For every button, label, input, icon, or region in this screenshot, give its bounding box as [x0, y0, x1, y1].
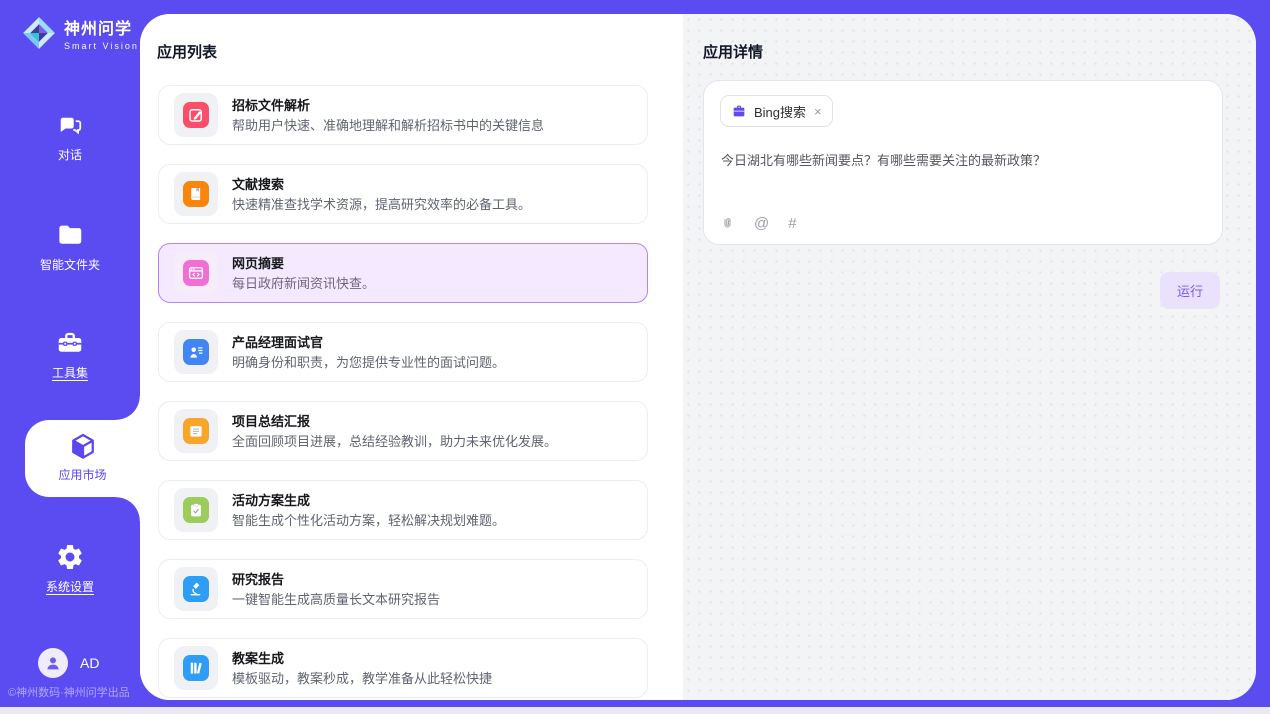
sidebar-item-settings[interactable]: 系统设置	[0, 542, 140, 595]
app-title: 教案生成	[232, 650, 492, 667]
app-card-research-report[interactable]: 研究报告 一键智能生成高质量长文本研究报告	[158, 559, 648, 619]
briefcase-icon	[731, 103, 747, 119]
sidebar-item-app-market[interactable]: 应用市场	[25, 420, 140, 497]
sidebar-item-label: 系统设置	[0, 578, 140, 595]
toolbox-icon	[0, 328, 140, 358]
input-toolbar: @ #	[720, 215, 797, 232]
cube-icon	[25, 431, 140, 463]
app-icon-tile	[174, 409, 218, 453]
app-title: 活动方案生成	[232, 492, 505, 509]
book-icon	[183, 181, 209, 207]
app-desc: 全面回顾项目进展，总结经验教训，助力未来优化发展。	[232, 433, 557, 450]
sidebar-item-label: 对话	[0, 146, 140, 163]
main-content: 应用列表 招标文件解析 帮助用户快速、准确地理解和解析招标书中的关键信息	[140, 14, 1256, 700]
app-card-project-summary[interactable]: 项目总结汇报 全面回顾项目进展，总结经验教训，助力未来优化发展。	[158, 401, 648, 461]
app-icon-tile	[174, 251, 218, 295]
app-icon-tile	[174, 93, 218, 137]
app-icon-tile	[174, 330, 218, 374]
gear-icon	[0, 542, 140, 572]
bottom-strip	[0, 707, 1270, 714]
run-button[interactable]: 运行	[1160, 272, 1220, 309]
prompt-card[interactable]: Bing搜索 × 今日湖北有哪些新闻要点？有哪些需要关注的最新政策？ @ #	[703, 80, 1223, 245]
app-title: 文献搜索	[232, 176, 531, 193]
app-icon-tile	[174, 488, 218, 532]
brand: 神州问学 Smart Vision	[20, 14, 139, 52]
app-desc: 快速精准查找学术资源，提高研究效率的必备工具。	[232, 196, 531, 213]
tab-curve-top	[116, 396, 140, 420]
app-list-title: 应用列表	[157, 41, 217, 62]
app-desc: 明确身份和职责，为您提供专业性的面试问题。	[232, 354, 505, 371]
avatar	[38, 648, 68, 678]
app-card-bid-parsing[interactable]: 招标文件解析 帮助用户快速、准确地理解和解析招标书中的关键信息	[158, 85, 648, 145]
app-title: 研究报告	[232, 571, 440, 588]
sidebar-item-smart-folder[interactable]: 智能文件夹	[0, 220, 140, 273]
app-list-panel: 应用列表 招标文件解析 帮助用户快速、准确地理解和解析招标书中的关键信息	[140, 14, 683, 700]
microscope-icon	[183, 576, 209, 602]
at-icon[interactable]: @	[754, 215, 769, 232]
app-icon-tile	[174, 172, 218, 216]
sidebar-item-chat[interactable]: 对话	[0, 110, 140, 163]
app-icon-tile	[174, 567, 218, 611]
app-desc: 帮助用户快速、准确地理解和解析招标书中的关键信息	[232, 117, 544, 134]
sidebar-item-toolset[interactable]: 工具集	[0, 328, 140, 381]
app-card-literature-search[interactable]: 文献搜索 快速精准查找学术资源，提高研究效率的必备工具。	[158, 164, 648, 224]
clipboard-check-icon	[183, 497, 209, 523]
sidebar: 神州问学 Smart Vision 对话 智能文件夹	[0, 0, 140, 707]
brand-subtitle: Smart Vision	[64, 41, 139, 51]
browser-code-icon	[183, 260, 209, 286]
app-detail-title: 应用详情	[703, 41, 763, 62]
chat-icon	[0, 110, 140, 140]
sidebar-item-label: 应用市场	[25, 466, 140, 483]
app-card-pm-interviewer[interactable]: 产品经理面试官 明确身份和职责，为您提供专业性的面试问题。	[158, 322, 648, 382]
note-icon	[183, 418, 209, 444]
edit-document-icon	[183, 102, 209, 128]
tag-close-icon[interactable]: ×	[814, 105, 822, 118]
brand-logo-diamond-icon	[20, 14, 58, 52]
app-title: 招标文件解析	[232, 97, 544, 114]
footer-copyright: ©神州数码·神州问学出品	[8, 684, 130, 700]
app-desc: 智能生成个性化活动方案，轻松解决规划难题。	[232, 512, 505, 529]
app-desc: 一键智能生成高质量长文本研究报告	[232, 591, 440, 608]
app-title: 项目总结汇报	[232, 413, 557, 430]
brand-name: 神州问学	[64, 15, 139, 39]
paperclip-icon[interactable]	[720, 215, 735, 232]
app-desc: 模板驱动，教案秒成，教学准备从此轻松快捷	[232, 670, 492, 687]
person-icon	[44, 654, 62, 672]
tool-tag-bing-search[interactable]: Bing搜索 ×	[720, 95, 833, 127]
user-initials: AD	[80, 655, 99, 671]
app-title: 产品经理面试官	[232, 334, 505, 351]
app-desc: 每日政府新闻资讯快查。	[232, 275, 375, 292]
app-title: 网页摘要	[232, 255, 375, 272]
tool-tag-label: Bing搜索	[754, 102, 806, 121]
app-card-web-summary[interactable]: 网页摘要 每日政府新闻资讯快查。	[158, 243, 648, 303]
app-icon-tile	[174, 646, 218, 690]
query-input[interactable]: 今日湖北有哪些新闻要点？有哪些需要关注的最新政策？	[721, 151, 1201, 170]
app-card-event-plan[interactable]: 活动方案生成 智能生成个性化活动方案，轻松解决规划难题。	[158, 480, 648, 540]
interview-person-icon	[183, 339, 209, 365]
hash-icon[interactable]: #	[788, 215, 796, 232]
tab-curve-bottom	[116, 497, 140, 521]
user-account[interactable]: AD	[38, 648, 99, 678]
app-detail-panel: 应用详情 Bing搜索 × 今日湖北有哪些新闻要点？有哪些需要关注的最新政策？ …	[683, 14, 1256, 700]
folder-icon	[0, 220, 140, 250]
app-card-lesson-plan[interactable]: 教案生成 模板驱动，教案秒成，教学准备从此轻松快捷	[158, 638, 648, 698]
app-cards: 招标文件解析 帮助用户快速、准确地理解和解析招标书中的关键信息 文献搜索	[158, 85, 648, 700]
books-icon	[183, 655, 209, 681]
sidebar-item-label: 工具集	[0, 364, 140, 381]
sidebar-item-label: 智能文件夹	[0, 256, 140, 273]
